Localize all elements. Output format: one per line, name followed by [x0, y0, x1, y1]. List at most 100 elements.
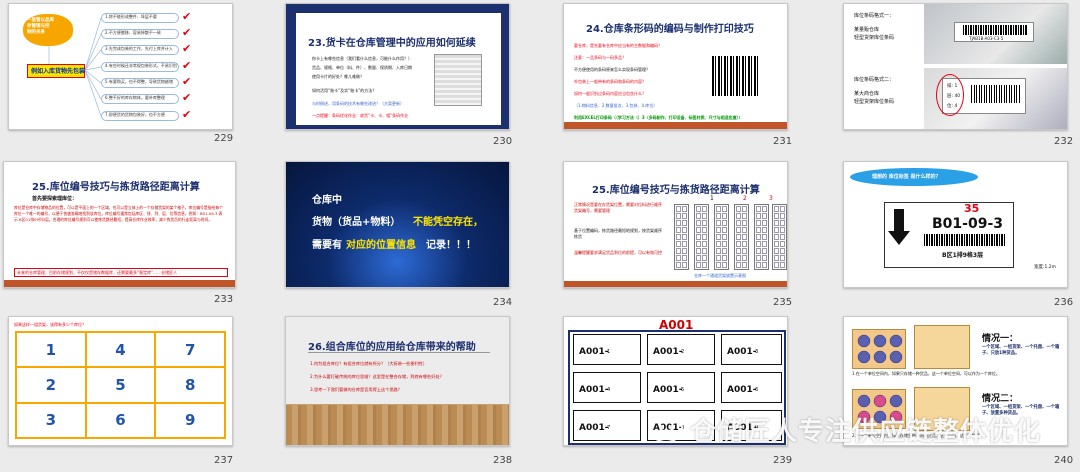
slide-number: 240	[1054, 455, 1074, 466]
item-1: 1.何为组合库位？有组合库位就有所分？（大拆装一些便利性）	[310, 361, 428, 366]
shelf-cell: 1	[16, 332, 86, 368]
shelf-cell: 2	[16, 367, 86, 403]
slide-thumbnail-238[interactable]: 26.组合库位的应用给仓库带来的帮助 1.何为组合库位？有组合库位就有所分？（大…	[285, 316, 510, 446]
bullet-5: 如何一般识别过条码内容应当包含什么？	[574, 91, 646, 96]
location-suffix: 6	[755, 387, 759, 393]
rack-4	[734, 204, 749, 270]
slide-title: 26.组合库位的应用给仓库带来的帮助	[308, 342, 476, 353]
bullet-4: 外包装上一般带有的条码和条码的内容？	[574, 79, 646, 84]
slide-number: 235	[773, 297, 793, 308]
slide-thumbnail-235[interactable]: 25.库位编号技巧与拣货路径距离计算 正常情况是要在存货架位置，需要对位料进行顺…	[563, 161, 788, 288]
slide-thumbnail-233[interactable]: 25.库位编号技巧与拣货路径距离计算 首先要探索理库位： 库位是仓库中存储物品的…	[3, 161, 236, 288]
location-label: A001-	[727, 385, 757, 395]
slide-title: 25.库位编号技巧与拣货路径距离计算	[592, 185, 760, 196]
location-box: A001- 3	[721, 334, 782, 365]
location-box: A001- 1	[573, 334, 641, 365]
card-image	[434, 54, 482, 106]
note-text: 未来的仓库管理，目前存储规划，不仅仅是储存数据库，还需要最多“稳定库”……仓储匠…	[17, 270, 178, 275]
bullet-3: 不方便使用的条码原来怎么实现条码管理？	[574, 67, 650, 72]
question-text: 如果这样一组货架，该得有多少个库位？	[14, 322, 86, 327]
slide-number: 237	[214, 455, 234, 466]
shelf-cell: 7	[155, 332, 225, 368]
location-label: A001-	[579, 347, 609, 357]
shelf-cell: 3	[16, 402, 86, 438]
case-1-title: 情况一：	[982, 334, 1019, 344]
highlight-circle	[936, 74, 964, 116]
shelf-cell: 6	[85, 402, 156, 438]
barcode-text: TJAB1B-A03-C3-5	[969, 36, 1004, 41]
barcode-image	[712, 56, 760, 96]
rack-3	[714, 204, 729, 270]
shelf-cell: 5	[85, 367, 156, 403]
rack-caption: 仓库一个通道货架放置示意图	[694, 273, 746, 278]
bullet-5: 与时俱进，用条码的技术有哪些改进？（方案更新）	[312, 101, 404, 106]
title-underline	[308, 352, 490, 353]
slide-thumbnail-232[interactable]: 库位条码格式一： 某量贩仓库 轻型货架库位条码 TJAB1B-A03-C3-5 …	[843, 3, 1068, 130]
slide-thumbnail-237[interactable]: 如果这样一组货架，该得有多少个库位？ 1 4 7 2 5 8 3 6 9	[8, 316, 233, 446]
wechat-logo-eye	[669, 425, 674, 430]
location-box: A001- 2	[647, 334, 715, 365]
shelf-cell: 8	[155, 367, 225, 403]
bullet-2: 基于位置编码，拣货路径最短地规划，按货架顺序拣货	[574, 228, 662, 239]
bullet-1: 你卡上有哪些信息（我们看什么信息，可能什么作用？）	[312, 56, 412, 61]
check-icon: ✔	[182, 42, 192, 55]
slide-title: 23.货卡在仓库管理中的应用如何延续	[308, 38, 476, 49]
slide-thumbnail-229[interactable]: 一放管以品库 存管理与控 制的关系 例如入库货物先包装 1.除不能形成整件、垛层…	[8, 3, 233, 130]
bullet-6: 一点提醒：条码优化作业：收货“卡、卡、相”条码作业	[312, 113, 409, 118]
check-icon: ✔	[182, 108, 192, 121]
bullet-1: 要仓库，是先要有仓库中应当有的主数据和编码？	[574, 43, 662, 48]
rack-6	[772, 204, 787, 270]
bullet-6: （1.物料信息、2.数量批次、3.包装、4.库位）	[574, 103, 658, 108]
case-1-text: 一个区域、一组货架、一个托盘、一个箱子、只放1种货品。	[982, 345, 1060, 356]
down-arrow-head	[888, 231, 910, 245]
format1-heading: 库位条码格式一：	[854, 13, 895, 19]
check-icon: ✔	[182, 75, 192, 88]
location-box: A001- 6	[721, 372, 782, 403]
line-2b: 不能凭空存在，	[413, 217, 483, 228]
slide-number: 238	[493, 455, 513, 466]
slide-thumbnail-236[interactable]: 理想的 库位标签 是什么样的？ 35 B01-09-3 B区1排9格3层 宽度:…	[843, 161, 1068, 288]
branch-connectors	[48, 17, 102, 117]
width-note: 宽度:1.2m	[1034, 265, 1057, 270]
location-label: A001-	[579, 423, 609, 433]
label-barcode	[924, 234, 1006, 246]
location-suffix: 2	[681, 349, 685, 355]
slide-subtitle: 首先要探索理库位：	[32, 196, 78, 202]
footer-bar	[564, 281, 787, 287]
format2-heading: 库位条码格式二：	[854, 77, 895, 83]
line-2a: 货物（货品+物料）	[312, 217, 401, 228]
check-icon: ✔	[182, 26, 192, 39]
slide-thumbnail-234[interactable]: 仓库中 货物（货品+物料） 不能凭空存在， 需要有 对应的位置信息 记录！！！	[285, 161, 510, 288]
location-suffix: 5	[681, 387, 685, 393]
slide-number: 229	[214, 133, 234, 144]
footer-bar	[564, 122, 787, 129]
location-box: A001- 7	[573, 410, 641, 441]
rack-number-2: 2	[743, 195, 747, 202]
barcode-lines	[971, 85, 1021, 103]
location-label: A001-	[653, 385, 683, 395]
location-box: A001- 5	[647, 372, 715, 403]
shelf-grid: 1 4 7 2 5 8 3 6 9	[15, 331, 226, 439]
location-suffix: 3	[755, 349, 759, 355]
bullet-2: 注意：一品多码与一码多品？	[574, 55, 626, 60]
slide-thumbnail-230[interactable]: 23.货卡在仓库管理中的应用如何延续 你卡上有哪些信息（我们看什么信息，可能什么…	[285, 3, 510, 130]
cans-icon	[857, 334, 903, 364]
rack-1	[674, 204, 689, 270]
location-label: A001-	[653, 347, 683, 357]
format1-text: 某量贩仓库 轻型货架库位条码	[854, 27, 895, 41]
slide-number: 236	[1054, 297, 1074, 308]
check-icon: ✔	[182, 59, 192, 72]
location-code: B01-09-3	[932, 216, 1003, 232]
slide-number: 230	[493, 136, 513, 147]
line-3c: 记录！！！	[426, 240, 476, 251]
slide-thumbnail-231[interactable]: 24.仓库条形码的编码与制作打印技巧 要仓库，是先要有仓库中应当有的主数据和编码…	[563, 3, 788, 130]
location-suffix: 4	[607, 387, 611, 393]
location-label: A001-	[579, 385, 609, 395]
location-label: A001-	[727, 347, 757, 357]
rack-5	[754, 204, 769, 270]
slide-number: 239	[773, 455, 793, 466]
wechat-logo-icon	[649, 413, 683, 443]
slide-title: 25.库位编号技巧与拣货路径距离计算	[32, 182, 200, 193]
slide-number: 232	[1054, 136, 1074, 147]
bullet-1: 正常情况是要在存货架位置，需要对位料进行顺序货架编号，需要管理	[574, 202, 662, 213]
